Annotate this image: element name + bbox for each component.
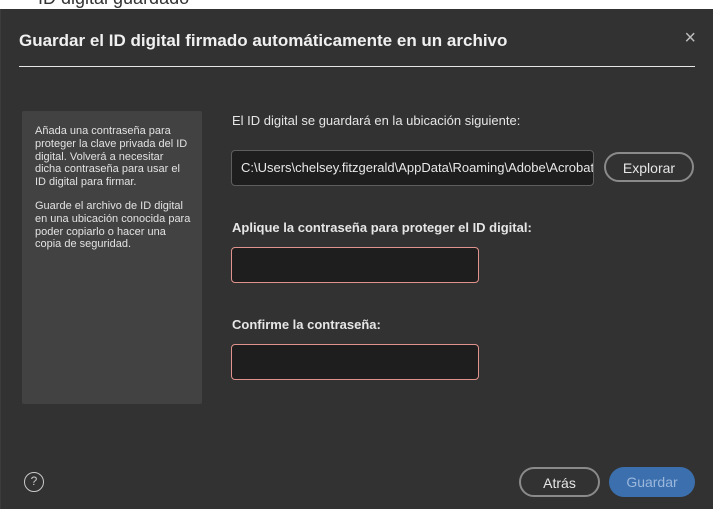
confirm-password-input[interactable] [231, 344, 479, 380]
confirm-password-label: Confirme la contraseña: [232, 317, 381, 332]
title-divider [19, 66, 695, 67]
password-label: Aplique la contraseña para proteger el I… [232, 220, 532, 235]
password-input[interactable] [231, 247, 479, 283]
browse-button[interactable]: Explorar [604, 152, 694, 182]
info-paragraph-password: Añada una contraseña para proteger la cl… [35, 125, 188, 189]
close-icon[interactable]: × [684, 27, 696, 50]
info-paragraph-backup: Guarde el archivo de ID digital en una u… [35, 199, 191, 251]
back-button[interactable]: Atrás [519, 467, 600, 497]
location-label: El ID digital se guardará en la ubicació… [232, 113, 521, 128]
file-path-field[interactable]: C:\Users\chelsey.fitzgerald\AppData\Roam… [231, 150, 594, 186]
background-text: ID digital guardado [38, 0, 189, 9]
dialog-title: Guardar el ID digital firmado automática… [19, 31, 508, 50]
info-panel: Añada una contraseña para proteger la cl… [22, 111, 202, 404]
save-button[interactable]: Guardar [609, 467, 695, 497]
background-window: ID digital guardado [0, 0, 713, 9]
save-digital-id-dialog: Guardar el ID digital firmado automática… [0, 9, 713, 509]
help-icon[interactable]: ? [24, 472, 44, 492]
